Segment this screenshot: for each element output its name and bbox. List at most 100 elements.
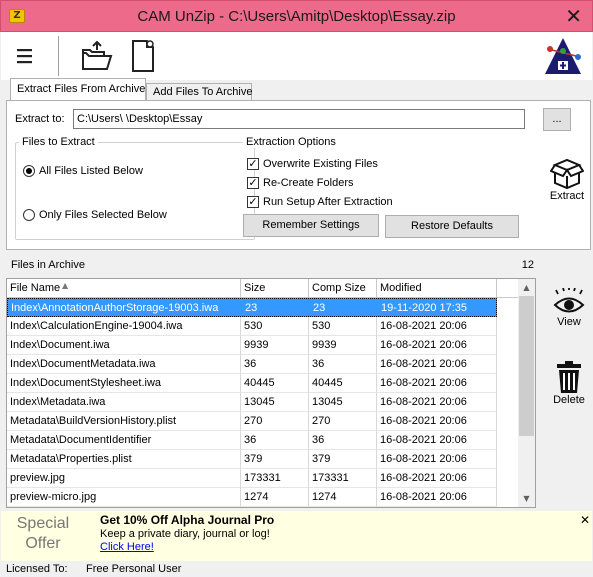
files-to-extract-title: Files to Extract (19, 136, 98, 148)
size-cell: 40445 (241, 374, 309, 393)
file-list[interactable]: File Name ▲ Size Comp Size Modified Inde… (6, 278, 536, 508)
table-row[interactable]: Index\Metadata.iwa 13045 13045 16-08-2021 2… (7, 393, 497, 412)
comp-size-cell: 379 (309, 450, 377, 469)
modified-cell: 16-08-2021 20:06 (377, 450, 497, 469)
status-bar: Licensed To: Free Personal User (1, 561, 592, 577)
special-offer-line1: Special (16, 515, 70, 532)
radio-all-files-label[interactable]: All Files Listed Below (39, 165, 143, 177)
file-name-cell: Metadata\BuildVersionHistory.plist (7, 412, 241, 431)
table-row[interactable]: Index\Document.iwa 9939 9939 16-08-2021 20:… (7, 336, 497, 355)
tab-extract-files[interactable]: Extract Files From Archive (10, 78, 146, 100)
extract-to-input[interactable]: C:\Users\ \Desktop\Essay (73, 109, 525, 129)
overwrite-checkbox[interactable]: ✓ (247, 158, 259, 170)
extract-button[interactable]: Extract (545, 158, 589, 202)
table-row[interactable]: preview.jpg 173331 173331 16-08-2021 20:06 (7, 469, 497, 488)
modified-cell: 16-08-2021 20:06 (377, 355, 497, 374)
tab-add-files[interactable]: Add Files To Archive (146, 83, 252, 101)
box-open-icon (550, 158, 584, 190)
scroll-thumb[interactable] (519, 296, 534, 436)
file-name-cell: Metadata\Properties.plist (7, 450, 241, 469)
comp-size-cell: 9939 (309, 336, 377, 355)
comp-size-cell: 36 (309, 355, 377, 374)
document-archive-icon[interactable] (125, 36, 161, 76)
column-header-size[interactable]: Size (241, 279, 309, 298)
file-name-cell: Index\DocumentStylesheet.iwa (7, 374, 241, 393)
title-bar: Z CAM UnZip - C:\Users\Amitp\Desktop\Ess… (0, 0, 593, 32)
toolbar (1, 32, 592, 80)
scroll-up-icon[interactable]: ▲ (518, 279, 535, 296)
delete-button-label: Delete (553, 394, 585, 406)
size-cell: 9939 (241, 336, 309, 355)
size-cell: 23 (245, 302, 258, 314)
table-row[interactable]: Index\AnnotationAuthorStorage-19003.iwa 2… (7, 298, 497, 317)
file-count: 12 (521, 259, 534, 271)
comp-size-cell: 1274 (309, 488, 377, 507)
comp-size-cell: 36 (309, 431, 377, 450)
table-row[interactable]: Index\DocumentStylesheet.iwa 40445 40445 16… (7, 374, 497, 393)
column-header-comp-size[interactable]: Comp Size (309, 279, 377, 298)
folder-extract-icon[interactable] (77, 36, 117, 76)
size-cell: 1274 (241, 488, 309, 507)
license-label: Licensed To: (6, 563, 68, 575)
file-name-cell: Index\DocumentMetadata.iwa (7, 355, 241, 374)
eye-icon (553, 288, 585, 313)
files-to-extract-group (15, 142, 255, 240)
modified-cell: 16-08-2021 20:06 (377, 393, 497, 412)
column-header-file-name[interactable]: File Name ▲ (7, 279, 241, 298)
overwrite-label[interactable]: Overwrite Existing Files (263, 158, 378, 170)
remember-settings-button[interactable]: Remember Settings (243, 214, 379, 237)
table-row[interactable]: Index\DocumentMetadata.iwa 36 36 16-08-2021… (7, 355, 497, 374)
modified-cell: 19-11-2020 17:35 (381, 302, 468, 314)
ad-subtitle: Keep a private diary, journal or log! (100, 528, 270, 540)
file-name-cell: Metadata\DocumentIdentifier (7, 431, 241, 450)
extract-to-label: Extract to: (15, 113, 65, 125)
special-offer-line2: Offer (25, 535, 61, 552)
hamburger-menu-icon[interactable] (9, 40, 41, 72)
file-list-header: File Name ▲ Size Comp Size Modified (7, 279, 522, 298)
modified-cell: 16-08-2021 20:06 (377, 469, 497, 488)
license-value: Free Personal User (86, 563, 182, 575)
special-offer-label: Special Offer (13, 514, 73, 554)
table-row[interactable]: preview-micro.jpg 1274 1274 16-08-2021 20:0… (7, 488, 497, 507)
restore-defaults-button[interactable]: Restore Defaults (385, 215, 519, 238)
cam-logo-icon (542, 35, 584, 77)
special-offer-banner: Special Offer Get 10% Off Alpha Journal … (1, 511, 592, 561)
view-button[interactable]: View (547, 288, 591, 328)
run-setup-label[interactable]: Run Setup After Extraction (263, 196, 393, 208)
table-row[interactable]: Metadata\DocumentIdentifier 36 36 16-08-202… (7, 431, 497, 450)
extraction-options-title: Extraction Options (243, 136, 339, 148)
run-setup-checkbox[interactable]: ✓ (247, 196, 259, 208)
recreate-folders-checkbox[interactable]: ✓ (247, 177, 259, 189)
radio-all-files[interactable] (23, 165, 35, 177)
file-name-cell: Index\CalculationEngine-19004.iwa (7, 317, 241, 336)
radio-selected-files[interactable] (23, 209, 35, 221)
comp-size-cell: 530 (309, 317, 377, 336)
size-cell: 173331 (241, 469, 309, 488)
modified-cell: 16-08-2021 20:06 (377, 317, 497, 336)
window-title: CAM UnZip - C:\Users\Amitp\Desktop\Essay… (137, 8, 456, 25)
toolbar-separator (58, 36, 59, 76)
size-cell: 379 (241, 450, 309, 469)
file-name-cell: Index\AnnotationAuthorStorage-19003.iwa (11, 302, 219, 314)
modified-cell: 16-08-2021 20:06 (377, 412, 497, 431)
recreate-folders-label[interactable]: Re-Create Folders (263, 177, 353, 189)
column-file-name-label: File Name (10, 282, 61, 294)
extract-button-label: Extract (549, 190, 585, 202)
comp-size-cell: 40445 (309, 374, 377, 393)
delete-button[interactable]: Delete (547, 360, 591, 406)
extract-panel: Extract to: C:\Users\ \Desktop\Essay ...… (6, 100, 591, 250)
radio-selected-files-label[interactable]: Only Files Selected Below (39, 209, 167, 221)
table-row[interactable]: Metadata\Properties.plist 379 379 16-08-202… (7, 450, 497, 469)
close-button[interactable]: ✕ (565, 4, 582, 28)
file-list-scrollbar[interactable]: ▲ ▼ (518, 279, 535, 507)
size-cell: 270 (241, 412, 309, 431)
scroll-down-icon[interactable]: ▼ (518, 490, 535, 507)
table-row[interactable]: Metadata\BuildVersionHistory.plist 270 270… (7, 412, 497, 431)
ad-close-icon[interactable]: ✕ (580, 513, 590, 527)
table-row[interactable]: Index\CalculationEngine-19004.iwa 530 530 1… (7, 317, 497, 336)
browse-button[interactable]: ... (543, 108, 571, 131)
ad-link[interactable]: Click Here! (100, 541, 154, 553)
comp-size-cell: 173331 (309, 469, 377, 488)
size-cell: 13045 (241, 393, 309, 412)
column-header-modified[interactable]: Modified (377, 279, 497, 298)
